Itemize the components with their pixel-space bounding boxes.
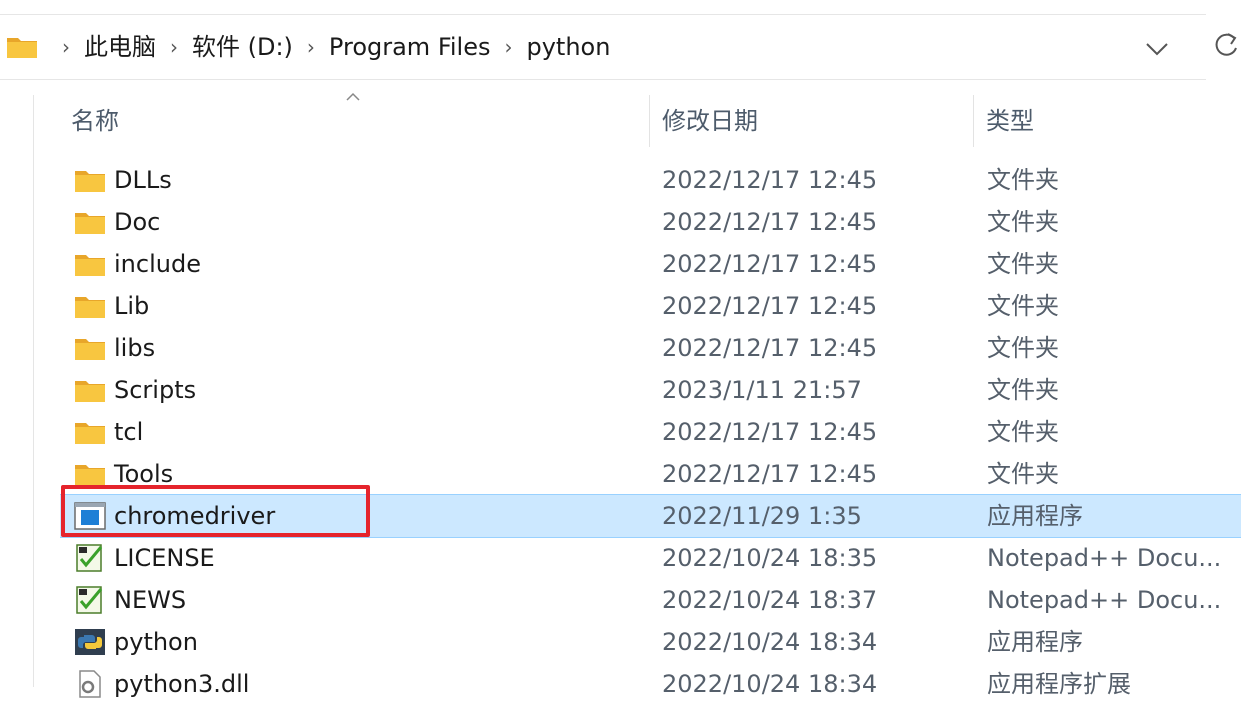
file-date: 2022/10/24 18:35 — [662, 544, 878, 572]
file-name: NEWS — [114, 586, 187, 614]
file-name: Lib — [114, 292, 150, 320]
file-name: Tools — [114, 460, 174, 488]
file-date: 2022/10/24 18:37 — [662, 586, 878, 614]
file-name: python3.dll — [114, 670, 250, 698]
folder-icon — [75, 381, 105, 402]
file-row[interactable]: python 2022/10/24 18:34 应用程序 — [60, 621, 1241, 663]
file-type: 应用程序扩展 — [987, 670, 1131, 698]
file-name: Scripts — [114, 376, 197, 404]
file-row[interactable]: Lib 2022/12/17 12:45 文件夹 — [60, 285, 1241, 327]
file-row-selected[interactable]: chromedriver 2022/11/29 1:35 应用程序 — [60, 494, 1241, 538]
file-type: 文件夹 — [987, 376, 1059, 404]
breadcrumb: › 此电脑 › 软件 (D:) › Program Files › python — [48, 15, 610, 79]
folder-icon — [75, 255, 105, 276]
file-date: 2022/12/17 12:45 — [662, 292, 878, 320]
file-type: 文件夹 — [987, 460, 1059, 488]
folder-icon — [75, 171, 105, 192]
file-type: 文件夹 — [987, 334, 1059, 362]
file-row[interactable]: NEWS 2022/10/24 18:37 Notepad++ Docu... — [60, 579, 1241, 621]
navigation-pane-divider — [33, 95, 34, 687]
file-date: 2022/12/17 12:45 — [662, 418, 878, 446]
file-name: chromedriver — [114, 502, 276, 530]
folder-icon — [75, 423, 105, 444]
folder-icon — [75, 339, 105, 360]
file-row[interactable]: LICENSE 2022/10/24 18:35 Notepad++ Docu.… — [60, 537, 1241, 579]
breadcrumb-separator[interactable]: › — [504, 15, 512, 79]
column-header-name[interactable]: 名称 — [71, 95, 119, 147]
file-name: DLLs — [114, 166, 172, 194]
folder-icon — [75, 465, 105, 486]
file-type: 文件夹 — [987, 418, 1059, 446]
file-type: 应用程序 — [987, 628, 1083, 656]
folder-icon — [75, 213, 105, 234]
file-date: 2022/12/17 12:45 — [662, 334, 878, 362]
file-row[interactable]: Scripts 2023/1/11 21:57 文件夹 — [60, 369, 1241, 411]
breadcrumb-separator: › — [62, 35, 70, 59]
file-date: 2023/1/11 21:57 — [662, 376, 862, 404]
file-type: 文件夹 — [987, 250, 1059, 278]
address-bar-area: › 此电脑 › 软件 (D:) › Program Files › python — [0, 0, 1241, 94]
file-date: 2022/12/17 12:45 — [662, 166, 878, 194]
file-name: Doc — [114, 208, 161, 236]
file-date: 2022/11/29 1:35 — [662, 502, 862, 530]
address-bar[interactable]: › 此电脑 › 软件 (D:) › Program Files › python — [0, 14, 1206, 80]
folder-icon — [75, 297, 105, 318]
breadcrumb-drive-d[interactable]: 软件 (D:) — [192, 15, 293, 79]
breadcrumb-program-files[interactable]: Program Files — [329, 15, 491, 79]
python-icon — [75, 629, 105, 655]
column-header-type[interactable]: 类型 — [986, 95, 1034, 147]
file-type: 文件夹 — [987, 292, 1059, 320]
file-type: Notepad++ Docu... — [987, 586, 1222, 614]
file-row[interactable]: python3.dll 2022/10/24 18:34 应用程序扩展 — [60, 663, 1241, 705]
file-row[interactable]: Doc 2022/12/17 12:45 文件夹 — [60, 201, 1241, 243]
file-row[interactable]: libs 2022/12/17 12:45 文件夹 — [60, 327, 1241, 369]
application-icon — [74, 502, 106, 530]
breadcrumb-this-pc[interactable]: 此电脑 — [84, 15, 156, 79]
file-type: 应用程序 — [987, 502, 1083, 530]
file-type: 文件夹 — [987, 166, 1059, 194]
file-name: include — [114, 250, 201, 278]
column-divider[interactable] — [649, 95, 650, 147]
notepadpp-document-icon — [76, 586, 103, 614]
file-type: Notepad++ Docu... — [987, 544, 1222, 572]
file-name: python — [114, 628, 198, 656]
file-name: LICENSE — [114, 544, 215, 572]
notepadpp-document-icon — [76, 544, 103, 572]
breadcrumb-python[interactable]: python — [526, 15, 610, 79]
file-date: 2022/10/24 18:34 — [662, 670, 878, 698]
column-header-date[interactable]: 修改日期 — [662, 95, 758, 147]
folder-icon — [7, 38, 37, 58]
file-name: libs — [114, 334, 156, 362]
chevron-down-icon[interactable] — [1140, 35, 1174, 61]
column-header-row: 名称 修改日期 类型 — [35, 95, 1241, 147]
file-date: 2022/12/17 12:45 — [662, 208, 878, 236]
file-row[interactable]: include 2022/12/17 12:45 文件夹 — [60, 243, 1241, 285]
file-date: 2022/10/24 18:34 — [662, 628, 878, 656]
file-row[interactable]: DLLs 2022/12/17 12:45 文件夹 — [60, 159, 1241, 201]
file-name: tcl — [114, 418, 144, 446]
refresh-icon[interactable] — [1210, 28, 1241, 62]
file-row[interactable]: Tools 2022/12/17 12:45 文件夹 — [60, 453, 1241, 495]
column-divider[interactable] — [973, 95, 974, 147]
file-date: 2022/12/17 12:45 — [662, 460, 878, 488]
file-row[interactable]: tcl 2022/12/17 12:45 文件夹 — [60, 411, 1241, 453]
dll-icon — [79, 670, 101, 698]
file-date: 2022/12/17 12:45 — [662, 250, 878, 278]
breadcrumb-separator[interactable]: › — [307, 15, 315, 79]
breadcrumb-separator[interactable]: › — [170, 15, 178, 79]
file-type: 文件夹 — [987, 208, 1059, 236]
